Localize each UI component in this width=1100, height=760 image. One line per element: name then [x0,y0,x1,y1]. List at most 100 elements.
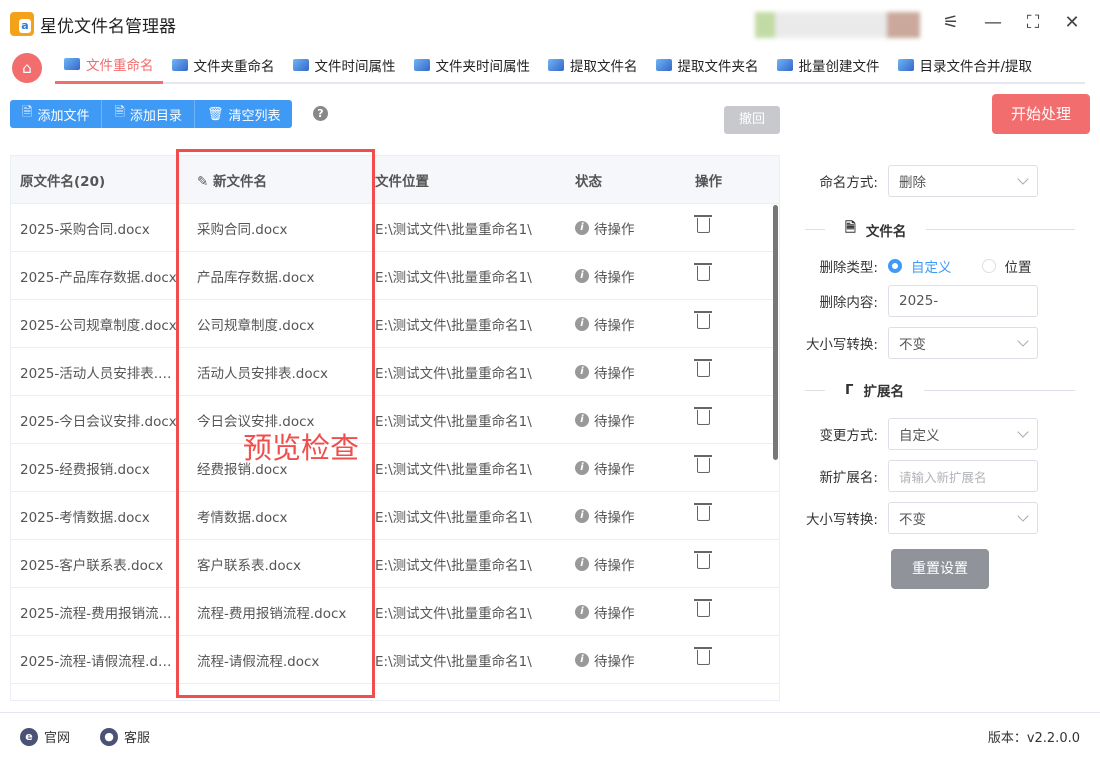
tab-extract-filename[interactable]: 提取文件名 [539,46,647,84]
trash-icon: 🗑 [206,106,224,122]
status: i 待操作 [575,410,695,430]
home-button[interactable]: ⌂ [12,53,42,83]
col-location: 文件位置 [375,173,429,190]
new-ext-label: 新扩展名: [819,470,878,486]
tab-label: 批量创建文件 [798,59,880,75]
delete-icon[interactable] [694,599,712,617]
label: 自定义 [911,260,952,276]
status: i 待操作 [575,362,695,382]
support-link[interactable]: ● 客服 [100,727,150,746]
col-status: 状态 [575,173,602,190]
tab-batch-create[interactable]: 批量创建文件 [768,46,889,84]
file-location: E:\测试文件\批量重命名1\ [375,317,532,334]
value: 2025- [899,293,939,309]
help-icon[interactable]: ? [313,106,328,121]
file-icon: 🗎 [845,220,856,236]
table-row[interactable]: 2025-流程-请假流程.do... 流程-请假流程.docx E:\测试文件\… [11,636,779,684]
tab-folder-rename[interactable]: 文件夹重命名 [163,46,284,84]
original-name: 2025-经费报销.docx [20,461,150,478]
delete-icon[interactable] [694,455,712,473]
case-select[interactable]: 不变 [888,327,1038,359]
change-method-select[interactable]: 自定义 [888,418,1038,450]
status-text: 待操作 [594,317,635,334]
action [694,263,755,285]
original-name: 2025-客户联系表.docx [20,557,164,574]
delete-icon[interactable] [694,407,712,425]
table-scrollbar[interactable] [773,205,778,460]
table-row[interactable]: 2025-考情数据.docx 考情数据.docx E:\测试文件\批量重命名1\… [11,492,779,540]
original-name: 2025-公司规章制度.docx [20,317,177,334]
folder-rename-icon [171,59,188,71]
app-title: 星优文件名管理器 [40,17,176,37]
action [694,503,755,525]
tab-label: 文件重命名 [86,57,154,74]
table-row[interactable]: 2025-流程-费用报销流... 流程-费用报销流程.docx E:\测试文件\… [11,588,779,636]
label: 清空列表 [228,108,281,124]
status-text: 待操作 [594,605,635,622]
label: 添加目录 [129,108,182,124]
delete-icon[interactable] [694,215,712,233]
delete-content-input[interactable]: 2025- [888,285,1038,317]
delete-icon[interactable] [694,311,712,329]
label: 添加文件 [37,108,90,124]
divider [805,389,825,391]
value: 自定义 [899,428,940,444]
table-row[interactable]: 2025-采购合同.docx 采购合同.docx E:\测试文件\批量重命名1\… [11,204,779,252]
undo-button[interactable]: 撤回 [724,106,780,134]
table-header: 原文件名(20) ✎ 新文件名 文件位置 状态 操作 [11,156,779,204]
maximize-button[interactable]: ⛶ [1022,12,1044,34]
add-directory-button[interactable]: 🗎 添加目录 [102,100,195,128]
radio-position[interactable]: 位置 [981,256,1032,276]
new-extension-input[interactable]: 请输入新扩展名 [888,460,1038,492]
delete-content-label: 删除内容: [819,295,878,311]
value: 不变 [899,512,926,528]
chevron-down-icon [1017,510,1029,522]
file-time-icon [292,59,309,71]
close-button[interactable]: ✕ [1061,12,1083,34]
tab-file-rename[interactable]: 文件重命名 [55,46,163,84]
user-avatar[interactable] [755,12,920,38]
status-text: 待操作 [594,461,635,478]
ext-case-select[interactable]: 不变 [888,502,1038,534]
status-text: 待操作 [594,365,635,382]
minimize-button[interactable]: — [982,12,1004,34]
tab-bar: 文件重命名 文件夹重命名 文件时间属性 文件夹时间属性 提取文件名 提取文件夹名… [55,46,1085,84]
add-file-button[interactable]: 🗎 添加文件 [10,100,103,128]
table-row[interactable]: 2025-产品库存数据.docx 产品库存数据.docx E:\测试文件\批量重… [11,252,779,300]
naming-method-select[interactable]: 删除 [888,165,1038,197]
tab-label: 文件时间属性 [314,59,396,75]
reset-settings-button[interactable]: 重置设置 [891,549,989,589]
website-link[interactable]: e 官网 [20,727,70,746]
delete-icon[interactable] [694,551,712,569]
status-text: 待操作 [594,557,635,574]
tab-extract-foldername[interactable]: 提取文件夹名 [647,46,768,84]
tab-label: 文件夹时间属性 [435,59,531,75]
table-row[interactable]: 2025-公司规章制度.docx 公司规章制度.docx E:\测试文件\批量重… [11,300,779,348]
table-row[interactable]: 2025-经费报销.docx 经费报销.docx E:\测试文件\批量重命名1\… [11,444,779,492]
original-name: 2025-流程-请假流程.do... [20,653,177,670]
action [694,599,755,621]
settings-icon[interactable]: ⚟ [940,12,962,34]
delete-icon[interactable] [694,647,712,665]
table-row[interactable]: 2025-客户联系表.docx 客户联系表.docx E:\测试文件\批量重命名… [11,540,779,588]
status: i 待操作 [575,266,695,286]
divider [926,229,1075,230]
radio-icon [981,259,996,273]
tab-file-time[interactable]: 文件时间属性 [284,46,405,84]
delete-icon[interactable] [694,503,712,521]
tab-merge-extract[interactable]: 目录文件合并/提取 [889,46,1042,84]
title-bar: a 星优文件名管理器 ⚟ — ⛶ ✕ [0,0,1100,46]
chevron-down-icon [1017,426,1029,438]
delete-icon[interactable] [694,359,712,377]
file-location: E:\测试文件\批量重命名1\ [375,365,532,382]
info-icon: i [575,556,589,571]
status-text: 待操作 [594,413,635,430]
table-row[interactable]: 2025-今日会议安排.docx 今日会议安排.docx E:\测试文件\批量重… [11,396,779,444]
start-processing-button[interactable]: 开始处理 [992,94,1090,134]
radio-custom[interactable]: 自定义 [888,256,952,276]
clear-list-button[interactable]: 🗑 清空列表 [194,100,293,128]
table-row[interactable]: 2025-活动人员安排表.d... 活动人员安排表.docx E:\测试文件\批… [11,348,779,396]
tab-folder-time[interactable]: 文件夹时间属性 [405,46,540,84]
delete-icon[interactable] [694,263,712,281]
file-location: E:\测试文件\批量重命名1\ [375,605,532,622]
